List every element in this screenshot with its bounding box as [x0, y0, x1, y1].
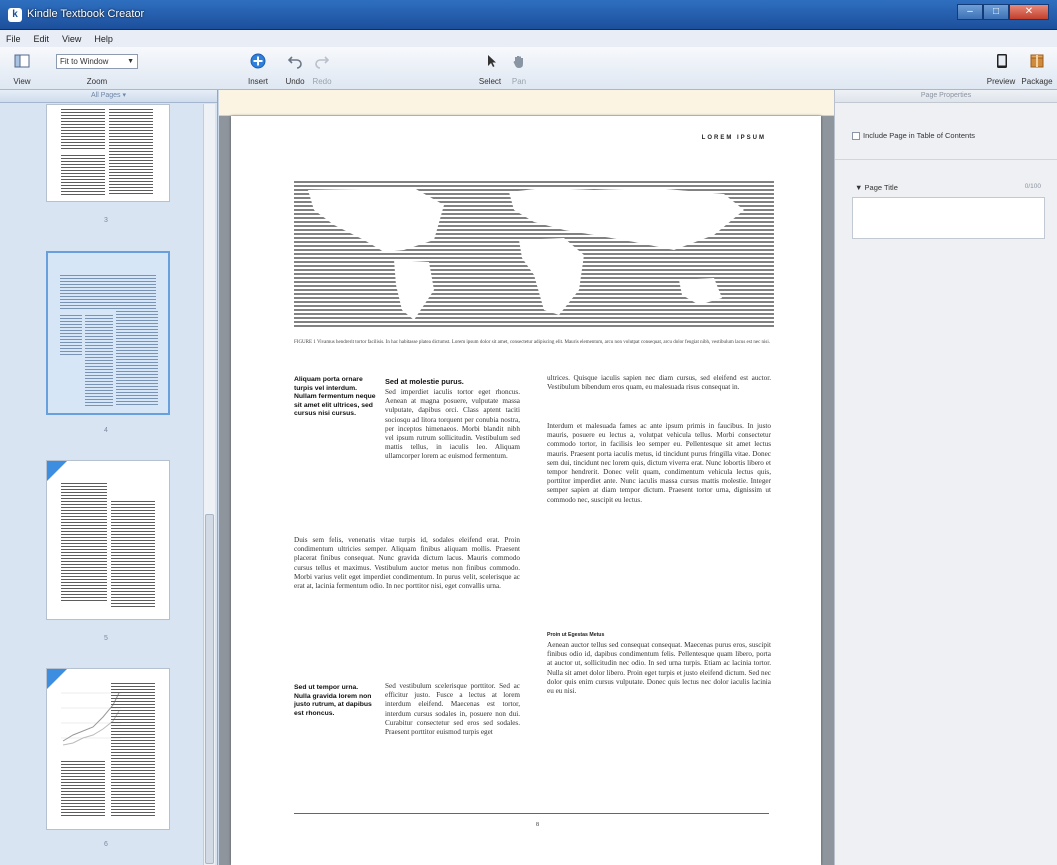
- figure-caption: FIGURE 1 Vivamus hendrerit tortor facili…: [294, 340, 771, 345]
- include-toc-checkbox[interactable]: Include Page in Table of Contents: [852, 131, 976, 141]
- triangle-down-icon: ▼: [855, 183, 865, 192]
- world-map-figure[interactable]: [294, 180, 774, 330]
- device-preview-icon: [997, 54, 1007, 68]
- subheading: Proin ut Egestas Metus: [547, 632, 605, 638]
- page-top-strip: [219, 90, 834, 116]
- pan-label: Pan: [511, 77, 527, 86]
- page-thumbnail-5[interactable]: [46, 460, 170, 620]
- package-box-icon: [1030, 54, 1044, 68]
- page-title-char-count: 0/100: [1024, 183, 1041, 190]
- minimize-button[interactable]: –: [957, 4, 983, 20]
- cursor-arrow-icon: [488, 55, 496, 67]
- hand-pan-icon: [513, 56, 523, 68]
- insert-label: Insert: [247, 77, 268, 86]
- zoom-label: Zoom: [86, 77, 108, 86]
- zoom-group: Zoom: [56, 47, 138, 90]
- page-number-5: 5: [104, 635, 108, 642]
- undo-label: Undo: [285, 77, 305, 86]
- menu-edit[interactable]: Edit: [34, 34, 50, 44]
- page-thumbnails-panel: All Pages ▾ 3 4 5 6: [0, 90, 218, 865]
- page-properties-panel: Page Properties Include Page in Table of…: [834, 90, 1057, 865]
- pan-tool-button[interactable]: Pan: [507, 47, 531, 90]
- col2-paragraph-2: Interdum et malesuada fames ac ante ipsu…: [547, 422, 771, 504]
- page-content[interactable]: LOREM IPSUM FIGURE 1 Vivamus hendrerit t…: [231, 116, 821, 865]
- select-label: Select: [478, 77, 502, 86]
- package-button[interactable]: Package: [1019, 47, 1055, 90]
- menu-bar: File Edit View Help: [0, 30, 1057, 47]
- view-button[interactable]: View: [4, 47, 40, 90]
- thumbnail-scrollbar[interactable]: [203, 104, 215, 865]
- scrollbar-thumb[interactable]: [205, 514, 214, 864]
- undo-button[interactable]: Undo: [283, 47, 307, 90]
- page-thumbnail-4-selected[interactable]: [46, 251, 170, 415]
- view-label: View: [13, 77, 31, 86]
- menu-file[interactable]: File: [6, 34, 21, 44]
- redo-label: Redo: [312, 77, 332, 86]
- toolbar: View Fit to Window ▼ Zoom Insert Undo Re…: [0, 47, 1057, 90]
- section-heading: Sed at molestie purus.: [385, 377, 464, 386]
- all-pages-dropdown[interactable]: All Pages ▾: [0, 90, 217, 103]
- footer-rule: [294, 813, 769, 814]
- pull-quote: Aliquam porta ornare turpis vel interdum…: [294, 376, 376, 418]
- pull-quote-2: Sed ut tempor urna. Nulla gravida lorem …: [294, 684, 372, 717]
- insert-button[interactable]: Insert: [244, 47, 272, 90]
- window-title: Kindle Textbook Creator: [27, 8, 145, 20]
- select-tool-button[interactable]: Select: [476, 47, 504, 90]
- canvas-scrollbar[interactable]: [823, 116, 834, 865]
- kindle-app-icon: k: [8, 8, 22, 22]
- col2-paragraph-1: ultrices. Quisque iaculis sapien nec dia…: [547, 374, 771, 392]
- menu-help[interactable]: Help: [94, 34, 113, 44]
- maximize-button[interactable]: □: [983, 4, 1009, 20]
- package-label: Package: [1021, 77, 1053, 86]
- page-thumbnail-6[interactable]: [46, 668, 170, 830]
- page-number: 8: [536, 822, 539, 828]
- title-bar: k Kindle Textbook Creator – □ ✕: [0, 0, 1057, 30]
- col2-paragraph-3: Aenean auctor tellus sed consequat conse…: [547, 641, 771, 696]
- insert-plus-icon: [250, 53, 266, 69]
- page-title-label[interactable]: ▼ Page Title: [855, 183, 898, 192]
- preview-button[interactable]: Preview: [984, 47, 1018, 90]
- checkbox-icon[interactable]: [852, 132, 860, 141]
- panel-title: Page Properties: [835, 90, 1057, 103]
- include-toc-label: Include Page in Table of Contents: [863, 131, 976, 140]
- page-flag-icon: [47, 461, 67, 481]
- page-title-input[interactable]: [852, 197, 1045, 239]
- body-paragraph-2: Duis sem felis, venenatis vitae turpis i…: [294, 536, 520, 591]
- view-layout-icon: [14, 54, 30, 68]
- running-head: LOREM IPSUM: [701, 135, 766, 141]
- page-thumbnail-3[interactable]: [46, 104, 170, 202]
- page-number-4: 4: [104, 427, 108, 434]
- page-canvas: LOREM IPSUM FIGURE 1 Vivamus hendrerit t…: [219, 90, 834, 865]
- close-button[interactable]: ✕: [1009, 4, 1049, 20]
- page-number-6: 6: [104, 841, 108, 848]
- page-number-3: 3: [104, 217, 108, 224]
- body-paragraph-1: Sed imperdiet iaculis tortor eget rhoncu…: [385, 388, 520, 461]
- redo-icon: [315, 56, 330, 69]
- menu-view[interactable]: View: [62, 34, 81, 44]
- preview-label: Preview: [986, 77, 1016, 86]
- window-controls: – □ ✕: [957, 4, 1049, 20]
- body-paragraph-3: Sed vestibulum scelerisque porttitor. Se…: [385, 682, 520, 737]
- undo-icon: [287, 56, 302, 69]
- divider: [835, 159, 1057, 160]
- redo-button[interactable]: Redo: [310, 47, 334, 90]
